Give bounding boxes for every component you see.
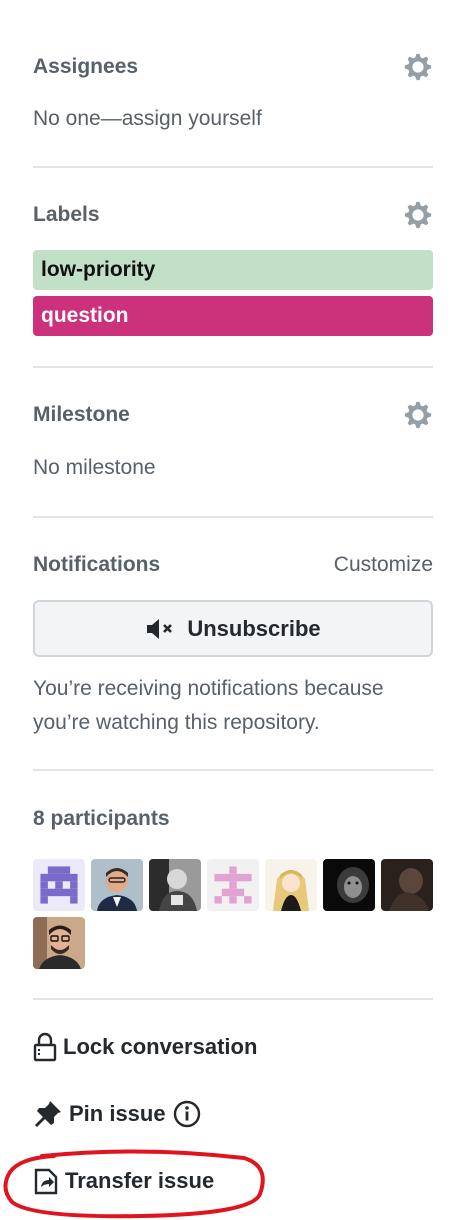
gear-icon[interactable] <box>403 200 433 230</box>
lock-conversation-label: Lock conversation <box>63 1034 258 1059</box>
info-icon[interactable] <box>172 1099 202 1129</box>
milestone-section: Milestone <box>33 398 433 432</box>
lock-icon <box>33 1032 57 1062</box>
participants-title: 8 participants <box>33 807 170 830</box>
participants-section: 8 participants <box>33 802 433 836</box>
divider <box>33 166 433 168</box>
lock-conversation-link[interactable]: Lock conversation <box>33 1032 257 1062</box>
pin-icon <box>35 1101 61 1127</box>
assignees-title: Assignees <box>33 55 139 78</box>
divider <box>33 516 433 518</box>
annotation-circle <box>3 1149 265 1219</box>
customize-link[interactable]: Customize <box>334 553 433 577</box>
avatar[interactable] <box>149 859 201 911</box>
divider <box>33 769 433 771</box>
notifications-section: Notifications Customize <box>33 548 433 582</box>
issue-sidebar: Assignees No one—assign yourself Labels … <box>0 0 470 1220</box>
labels-section: Labels <box>33 198 433 232</box>
notification-reason: You’re receiving notifications because y… <box>33 672 443 740</box>
label-question[interactable]: question <box>33 296 433 336</box>
label-low-priority[interactable]: low-priority <box>33 250 433 290</box>
gear-icon[interactable] <box>403 52 433 82</box>
divider <box>33 998 433 1000</box>
pin-issue-label: Pin issue <box>69 1101 166 1126</box>
notification-reason-line: You’re receiving notifications because <box>33 677 384 700</box>
avatar[interactable] <box>381 859 433 911</box>
avatar[interactable] <box>323 859 375 911</box>
pin-issue-link[interactable]: Pin issue <box>33 1099 208 1129</box>
unsubscribe-label: Unsubscribe <box>187 615 321 641</box>
unsubscribe-button[interactable]: Unsubscribe <box>33 600 433 657</box>
milestone-title: Milestone <box>33 403 130 426</box>
divider <box>33 366 433 368</box>
gear-icon[interactable] <box>403 400 433 430</box>
avatar[interactable] <box>91 859 143 911</box>
mute-icon <box>147 618 173 639</box>
notification-reason-line: you’re watching this repository. <box>33 711 320 734</box>
avatar[interactable] <box>33 859 85 911</box>
assignees-value[interactable]: No one—assign yourself <box>33 107 433 131</box>
labels-title: Labels <box>33 203 100 226</box>
avatar[interactable] <box>33 917 85 969</box>
avatar[interactable] <box>265 859 317 911</box>
milestone-value: No milestone <box>33 456 156 479</box>
avatar[interactable] <box>207 859 259 911</box>
assignees-section: Assignees <box>33 50 433 84</box>
notifications-title: Notifications <box>33 553 161 576</box>
